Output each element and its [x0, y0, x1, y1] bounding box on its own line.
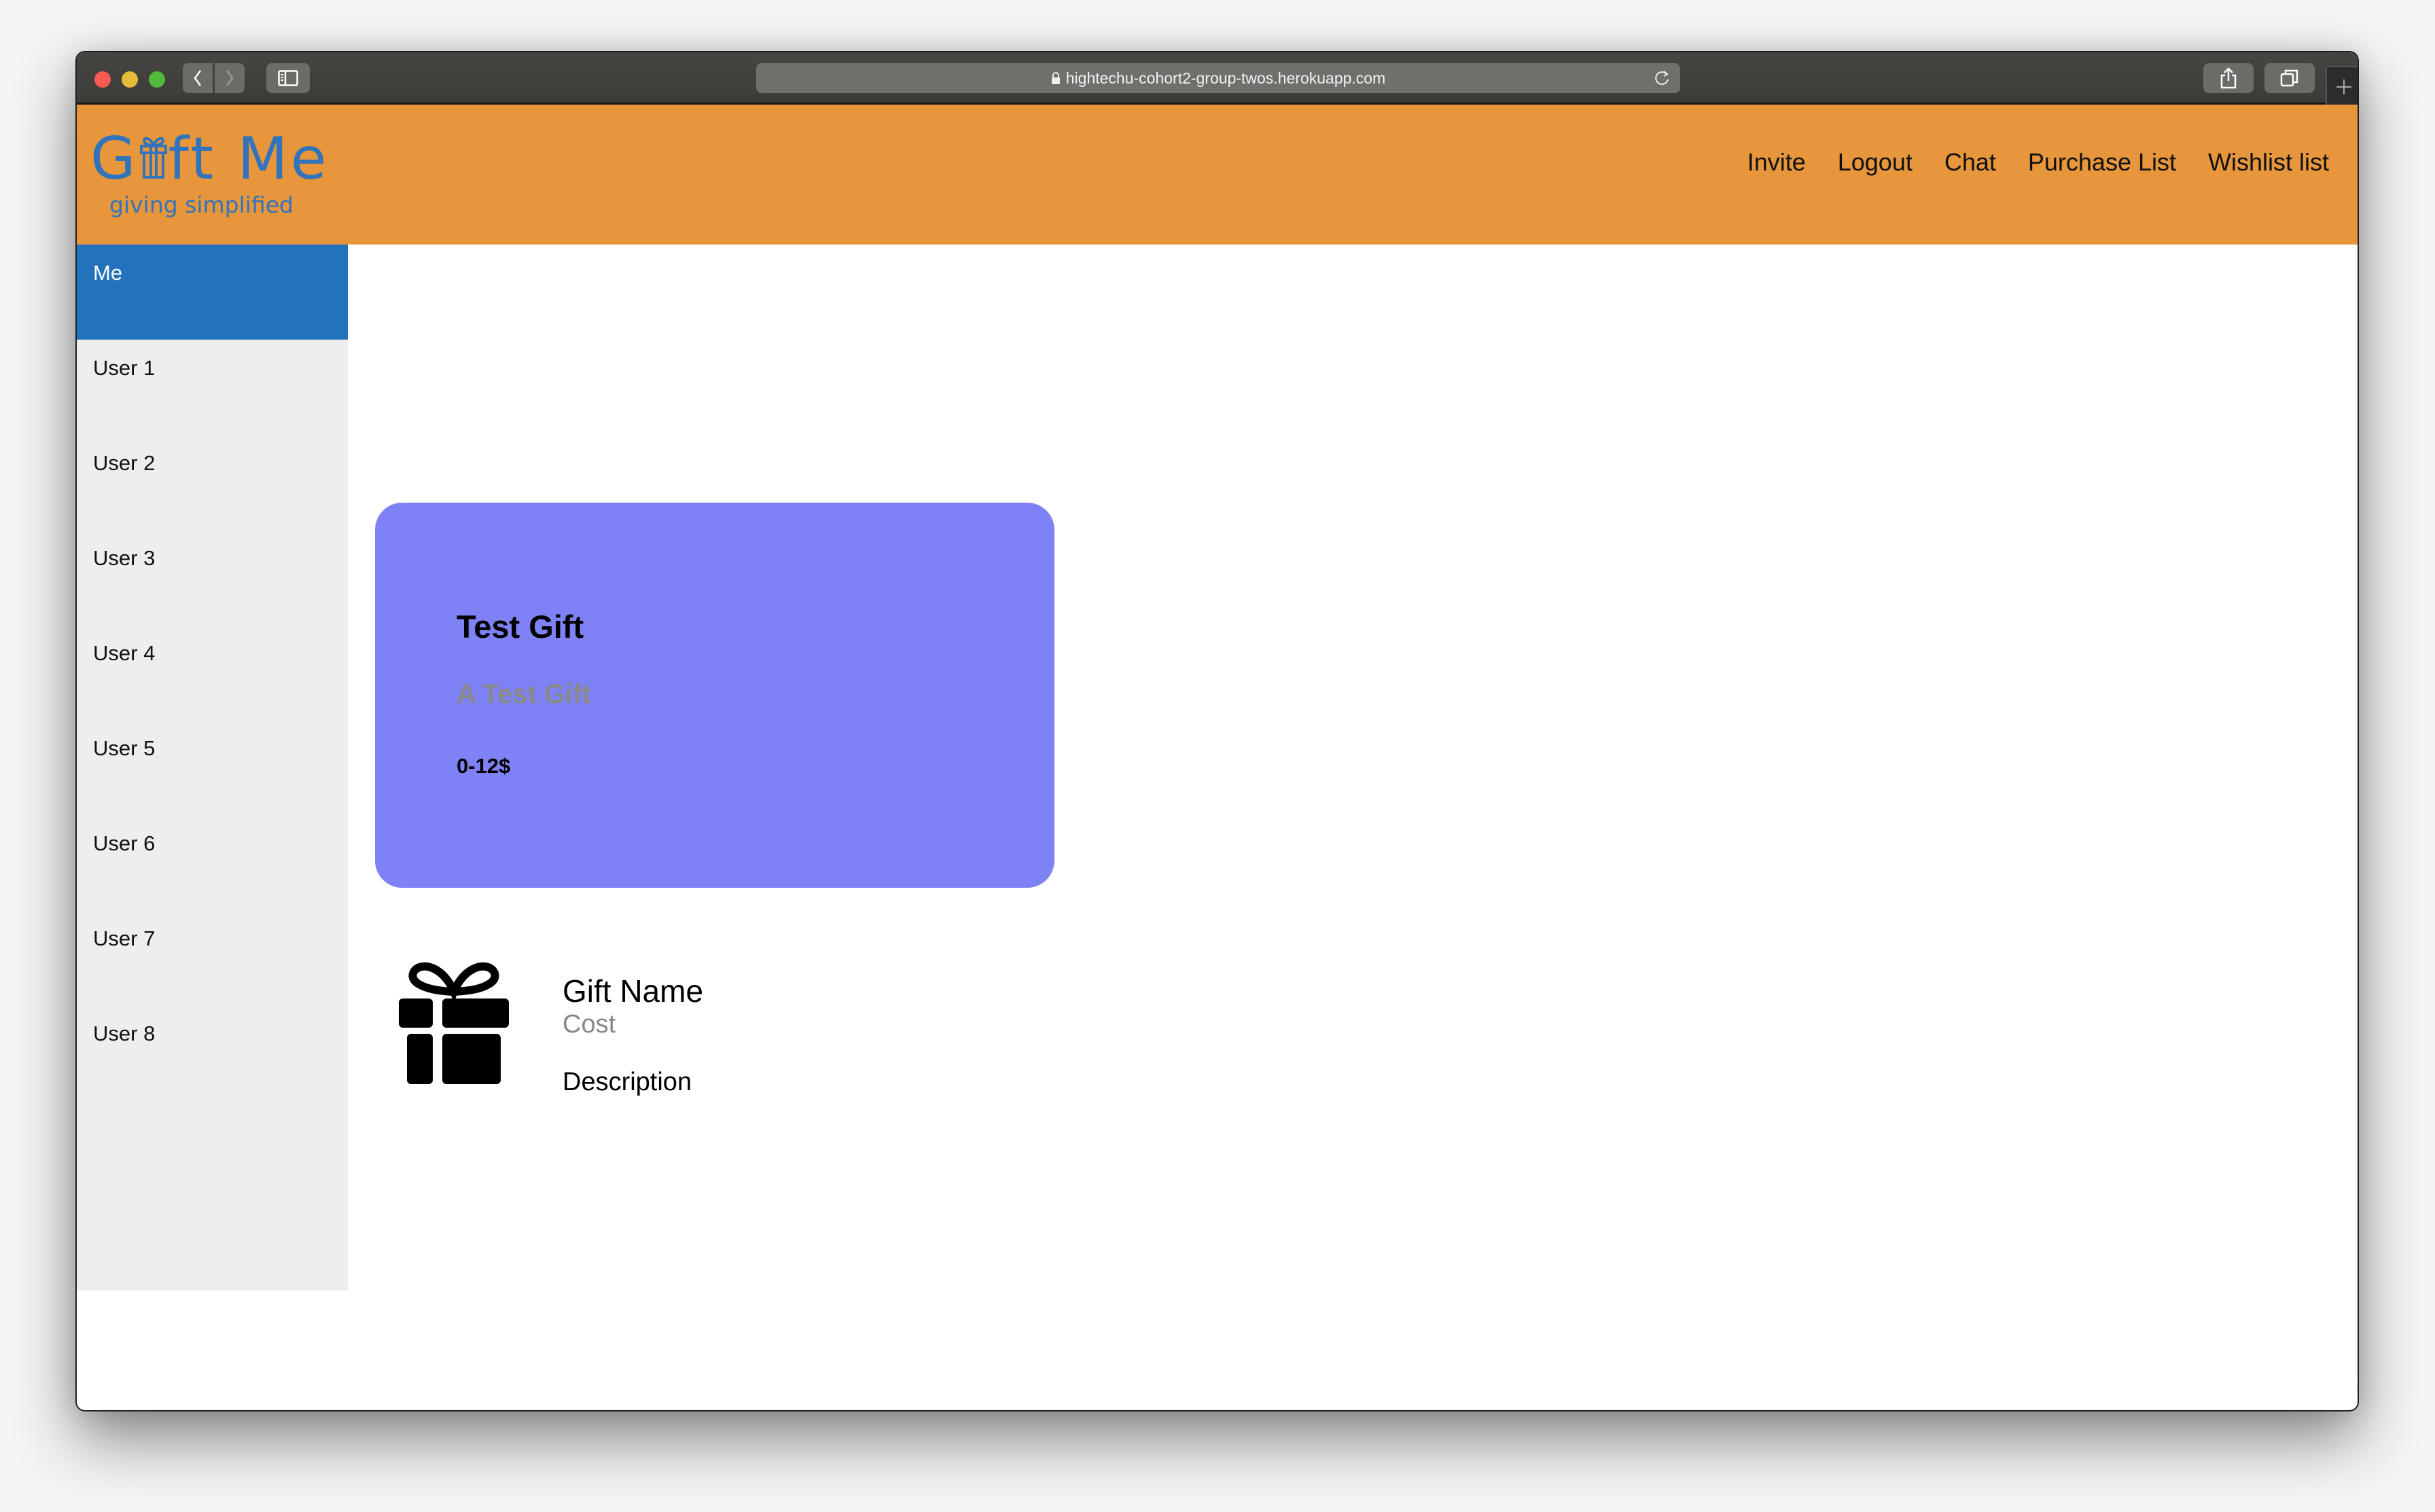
gift-card-title: Test Gift	[457, 609, 584, 645]
share-button[interactable]	[2203, 63, 2254, 93]
sidebar-item-user-7[interactable]: User 7	[77, 910, 348, 1005]
sidebar-icon	[278, 70, 298, 86]
chevron-right-icon	[226, 70, 234, 86]
gift-card-description: A Test Gift	[457, 679, 591, 709]
sidebar-item-user-2[interactable]: User 2	[77, 435, 348, 530]
reload-icon[interactable]	[1654, 69, 1671, 91]
url-text: hightechu-cohort2-group-twos.herokuapp.c…	[1065, 69, 1386, 87]
gift-logo-icon	[139, 137, 167, 179]
new-tab-button[interactable]	[2326, 66, 2358, 106]
gift-icon	[399, 962, 509, 1084]
gift-card-price: 0-12$	[457, 754, 511, 778]
tabs-overview-icon	[2280, 69, 2298, 87]
gift-description-label: Description	[563, 1068, 692, 1096]
sidebar-item-user-8[interactable]: User 8	[77, 1005, 348, 1100]
zoom-window-button[interactable]	[149, 71, 165, 88]
browser-window: hightechu-cohort2-group-twos.herokuapp.c…	[75, 51, 2359, 1411]
gift-card[interactable]: Test Gift A Test Gift 0-12$	[375, 503, 1054, 888]
share-icon	[2220, 67, 2237, 89]
nav-chat[interactable]: Chat	[1944, 148, 1996, 177]
chevron-left-icon	[194, 70, 202, 86]
lock-icon	[1051, 72, 1061, 84]
gift-cost-label: Cost	[563, 1010, 616, 1039]
forward-button[interactable]	[215, 63, 245, 93]
nav-purchase-list[interactable]: Purchase List	[2028, 148, 2176, 177]
logo[interactable]: Gft Me giving simplified	[90, 125, 327, 220]
address-bar[interactable]: hightechu-cohort2-group-twos.herokuapp.c…	[756, 63, 1680, 93]
plus-icon	[2336, 79, 2351, 94]
logo-tagline: giving simplified	[109, 192, 294, 218]
gift-entry: Gift Name Cost Description	[396, 952, 872, 1115]
sidebar-item-user-3[interactable]: User 3	[77, 530, 348, 625]
browser-titlebar: hightechu-cohort2-group-twos.herokuapp.c…	[77, 52, 2358, 106]
tab-overview-button[interactable]	[2264, 63, 2315, 93]
nav-wishlist-list[interactable]: Wishlist list	[2208, 148, 2329, 177]
sidebar-toggle-button[interactable]	[266, 63, 310, 93]
sidebar-item-me[interactable]: Me	[77, 245, 348, 340]
minimize-window-button[interactable]	[122, 71, 138, 88]
gift-name-label: Gift Name	[563, 973, 704, 1009]
back-button[interactable]	[183, 63, 213, 93]
sidebar-item-user-5[interactable]: User 5	[77, 720, 348, 815]
close-window-button[interactable]	[94, 71, 111, 88]
top-nav: Invite Logout Chat Purchase List Wishlis…	[1747, 148, 2329, 177]
logo-title: Gft Me	[90, 125, 330, 193]
nav-invite[interactable]: Invite	[1747, 148, 1806, 177]
user-sidebar: Me User 1 User 2 User 3 User 4 User 5 Us…	[77, 245, 348, 1291]
app-header: Gft Me giving simplified Invite Logout C…	[77, 105, 2358, 245]
sidebar-item-user-4[interactable]: User 4	[77, 625, 348, 720]
sidebar-item-user-6[interactable]: User 6	[77, 815, 348, 910]
sidebar-item-user-1[interactable]: User 1	[77, 340, 348, 435]
nav-logout[interactable]: Logout	[1838, 148, 1913, 177]
